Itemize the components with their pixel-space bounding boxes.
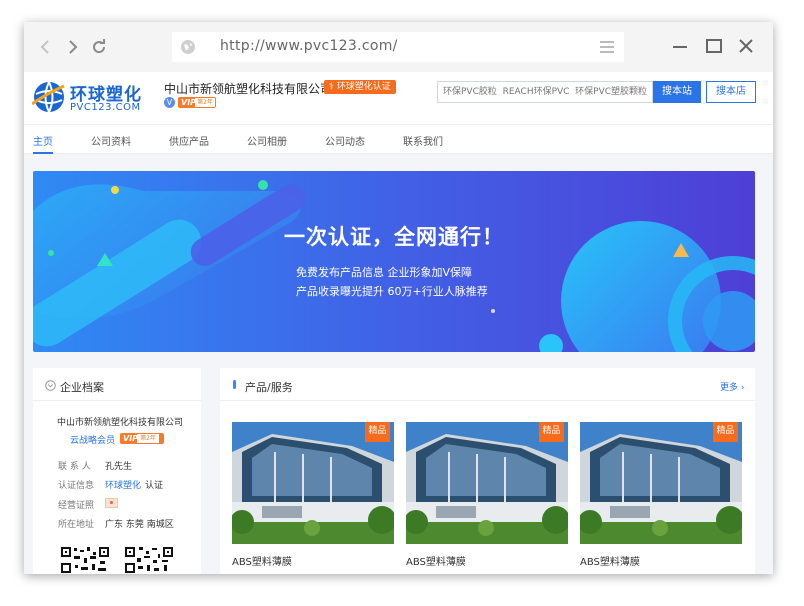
nav-contact[interactable]: 联系我们 — [403, 133, 443, 148]
promo-banner[interactable]: 一次认证，全网通行！ 免费发布产品信息 企业形象加V保障 产品收录曝光提升 60… — [33, 171, 755, 352]
certification-badge: ⚕ 环球塑化认证 — [324, 80, 396, 94]
products-title: 产品/服务 — [245, 381, 293, 394]
product-name[interactable]: ABS塑料薄膜 — [232, 553, 292, 568]
address-label: 所在地址 — [58, 520, 95, 530]
chevron-circle-icon — [45, 380, 56, 391]
qr-code-icon — [124, 546, 174, 574]
maximize-icon[interactable] — [702, 34, 726, 58]
cert-info-value: 认证 — [145, 481, 164, 491]
search-shop-button[interactable]: 搜本店 — [706, 81, 756, 103]
url-text[interactable]: http://www.pvc123.com/ — [220, 38, 398, 54]
close-icon[interactable] — [734, 34, 758, 58]
globe-logo-icon — [32, 81, 65, 113]
qr-code-icon — [60, 546, 110, 574]
search-site-button[interactable]: 搜本站 — [653, 81, 701, 103]
member-label[interactable]: 云战略会员 — [70, 433, 115, 446]
product-name[interactable]: ABS塑料薄膜 — [580, 553, 640, 568]
main-nav: 主页 公司资料 供应产品 公司相册 公司动态 联系我们 — [24, 124, 773, 154]
profile-company-name: 中山市新领航塑化科技有限公司 — [57, 418, 184, 428]
site-header: 环球塑化 PVC123.COM 中山市新领航塑化科技有限公司 ⚕ 环球塑化认证 … — [24, 72, 773, 124]
back-icon[interactable] — [36, 37, 56, 57]
logo-en-text: PVC123.COM — [70, 102, 141, 113]
cert-info-link[interactable]: 环球塑化 — [105, 478, 141, 491]
verified-icon: V — [164, 97, 175, 108]
divider — [220, 400, 755, 401]
nav-company-info[interactable]: 公司资料 — [91, 133, 131, 148]
address-value: 广东 东莞 南城区 — [105, 520, 174, 530]
section-marker-icon — [233, 380, 236, 389]
premium-tag: 精品 — [539, 422, 564, 442]
more-products-link[interactable]: 更多 › — [720, 380, 744, 393]
license-icon[interactable] — [105, 498, 118, 508]
banner-line-2: 产品收录曝光提升 60万+行业人脉推荐 — [296, 285, 488, 298]
contact-label: 联 系 人 — [58, 462, 91, 472]
globe-icon — [181, 40, 195, 54]
vip-badge: VIP 第2年 — [178, 97, 216, 108]
address-bar[interactable]: http://www.pvc123.com/ — [172, 32, 624, 62]
forward-icon[interactable] — [62, 37, 82, 57]
contact-value: 孔先生 — [105, 462, 133, 472]
browser-toolbar: http://www.pvc123.com/ — [24, 22, 773, 72]
products-card: 产品/服务 更多 › 精品 ABS塑料薄膜 精品 ABS塑料薄膜 精品 ABS塑… — [220, 368, 755, 574]
premium-tag: 精品 — [713, 422, 738, 442]
divider — [33, 400, 201, 401]
browser-window: http://www.pvc123.com/ 环球塑化 PVC123.COM 中… — [24, 22, 773, 574]
company-profile-card: 企业档案 中山市新领航塑化科技有限公司 云战略会员 VIP 第2年 联 系 人 孔… — [33, 368, 201, 574]
profile-vip-badge: VIP 第2年 — [120, 433, 164, 444]
nav-news[interactable]: 公司动态 — [325, 133, 365, 148]
minimize-icon[interactable] — [668, 34, 692, 58]
banner-art — [33, 171, 755, 352]
menu-icon[interactable] — [600, 41, 614, 53]
license-label: 经营证照 — [58, 501, 95, 511]
profile-title: 企业档案 — [60, 381, 104, 394]
nav-home[interactable]: 主页 — [33, 133, 53, 148]
company-name: 中山市新领航塑化科技有限公司 — [164, 82, 333, 96]
site-logo[interactable]: 环球塑化 PVC123.COM — [32, 78, 172, 118]
reload-icon[interactable] — [89, 37, 109, 57]
cert-info-label: 认证信息 — [58, 481, 95, 491]
nav-products[interactable]: 供应产品 — [169, 133, 209, 148]
premium-tag: 精品 — [365, 422, 390, 442]
product-name[interactable]: ABS塑料薄膜 — [406, 553, 466, 568]
search-input[interactable] — [437, 81, 653, 103]
banner-line-1: 免费发布产品信息 企业形象加V保障 — [296, 266, 473, 279]
banner-title: 一次认证，全网通行！ — [284, 225, 504, 249]
nav-album[interactable]: 公司相册 — [247, 133, 287, 148]
